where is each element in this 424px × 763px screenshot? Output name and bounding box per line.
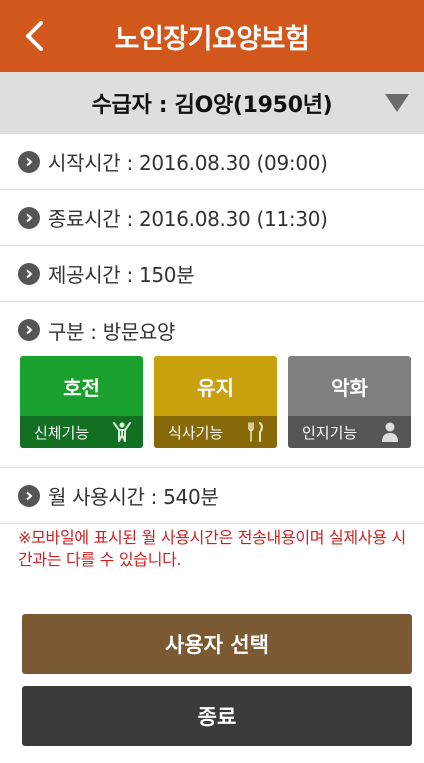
recipient-label: 수급자 : 김O양(1950년) [91, 93, 333, 118]
chevron-right-icon [18, 262, 40, 285]
start-time-text: 시작시간 : 2016.08.30 (09:00) [48, 151, 328, 175]
category-text: 구분 : 방문요양 [48, 319, 176, 344]
chevron-right-icon [18, 484, 40, 507]
chevron-left-icon [26, 21, 43, 51]
fork-knife-icon [248, 422, 263, 442]
page-title: 노인장기요양보험 [114, 23, 310, 55]
monthly-usage-row: 월 사용시간 : 540분 [0, 468, 424, 524]
usage-notice: ※모바일에 표시된 월 사용시간은 전송내용이며 실제사용 시간과는 다를 수 … [18, 528, 406, 569]
eating-function-card[interactable]: 유지 식사기능 [154, 356, 277, 448]
chevron-right-icon [18, 206, 40, 229]
select-user-button[interactable]: 사용자 선택 [22, 614, 412, 674]
eating-function-status: 유지 [154, 356, 277, 416]
category-row: 구분 : 방문요양 [0, 302, 424, 358]
app-header: 노인장기요양보험 [0, 0, 424, 72]
chevron-right-icon [18, 150, 40, 173]
monthly-usage-text: 월 사용시간 : 540분 [48, 485, 219, 509]
person-icon [382, 422, 398, 442]
recipient-selector[interactable]: 수급자 : 김O양(1950년) [0, 72, 424, 134]
cognitive-function-card[interactable]: 악화 인지기능 [288, 356, 411, 448]
function-status-group: 호전 신체기능 유지 식사기능 악화 인지기능 [20, 356, 412, 448]
physical-function-card[interactable]: 호전 신체기능 [20, 356, 143, 448]
triangle-down-icon[interactable] [384, 92, 410, 114]
provided-time-text: 제공시간 : 150분 [48, 263, 195, 287]
cognitive-function-status: 악화 [288, 356, 411, 416]
end-time-row: 종료시간 : 2016.08.30 (11:30) [0, 190, 424, 246]
provided-time-row: 제공시간 : 150분 [0, 246, 424, 302]
cognitive-function-label: 인지기능 [302, 423, 358, 442]
end-time-text: 종료시간 : 2016.08.30 (11:30) [48, 207, 328, 231]
back-button[interactable] [14, 14, 54, 58]
person-arms-up-icon [113, 422, 131, 442]
start-time-row: 시작시간 : 2016.08.30 (09:00) [0, 134, 424, 190]
exit-button[interactable]: 종료 [22, 686, 412, 746]
physical-function-status: 호전 [20, 356, 143, 416]
eating-function-label: 식사기능 [168, 423, 224, 442]
physical-function-label: 신체기능 [34, 423, 90, 442]
chevron-right-icon [18, 319, 40, 341]
